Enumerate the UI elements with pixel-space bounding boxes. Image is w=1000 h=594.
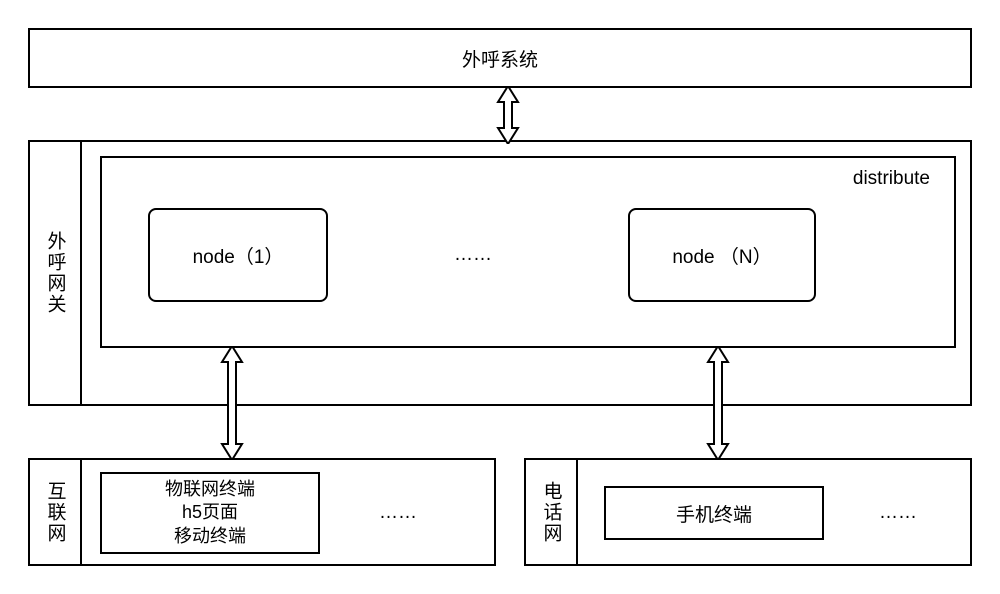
phone-terminal-label: 手机终端 bbox=[676, 500, 752, 527]
gateway-side-label-box: 外呼网关 bbox=[28, 140, 82, 406]
internet-side-label: 互联网 bbox=[42, 481, 69, 544]
node-1-box: node（1） bbox=[148, 208, 328, 302]
internet-side-label-box: 互联网 bbox=[28, 458, 82, 566]
diagram-canvas: 外呼系统 外呼网关 distribute node（1） …… node （N）… bbox=[28, 28, 972, 566]
telephone-side-label: 电话网 bbox=[538, 481, 565, 544]
node-n-box: node （N） bbox=[628, 208, 816, 302]
nodes-ellipsis: …… bbox=[418, 240, 528, 270]
distribute-label: distribute bbox=[853, 158, 954, 190]
internet-ellipsis: …… bbox=[358, 498, 438, 528]
node-1-label: node（1） bbox=[193, 242, 284, 269]
telephone-side-label-box: 电话网 bbox=[524, 458, 578, 566]
phone-terminal-box: 手机终端 bbox=[604, 486, 824, 540]
outbound-system-box: 外呼系统 bbox=[28, 28, 972, 88]
internet-terminal-box: 物联网终端 h5页面 移动终端 bbox=[100, 472, 320, 554]
arrow-system-gateway bbox=[488, 86, 528, 144]
telephone-ellipsis: …… bbox=[858, 498, 938, 528]
mobile-terminal-label: 移动终端 bbox=[174, 525, 246, 548]
outbound-system-label: 外呼系统 bbox=[462, 45, 538, 72]
h5-page-label: h5页面 bbox=[182, 501, 238, 524]
node-n-label: node （N） bbox=[672, 242, 771, 269]
iot-terminal-label: 物联网终端 bbox=[165, 478, 255, 501]
gateway-side-label: 外呼网关 bbox=[42, 231, 69, 315]
